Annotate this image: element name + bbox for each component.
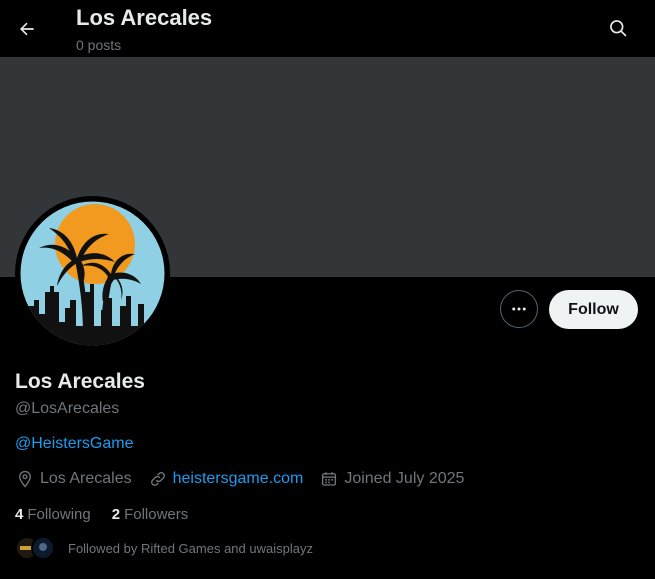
calendar-icon [319, 469, 339, 489]
back-button[interactable] [10, 12, 44, 46]
more-options-button[interactable] [500, 290, 538, 328]
follow-stats: 4 Following 2 Followers [15, 506, 209, 523]
followers-count: 2 [111, 506, 121, 523]
profile-avatar[interactable] [15, 196, 170, 351]
bio-mention-link[interactable]: @HeistersGame [15, 435, 134, 453]
follower-avatar [31, 536, 55, 560]
profile-handle: @LosArecales [15, 400, 120, 417]
search-icon [610, 20, 627, 37]
joined-text: Joined July 2025 [344, 470, 465, 487]
joined-item: Joined July 2025 [319, 469, 464, 489]
more-horizontal-icon [512, 307, 526, 311]
post-count: 0 posts [76, 37, 122, 53]
palm-sunset-logo [17, 198, 168, 349]
follow-button[interactable]: Follow [549, 290, 638, 329]
follower-avatars [15, 536, 57, 560]
header-title-block: Los Arecales 0 posts [76, 5, 212, 54]
followers-label: Followers [124, 506, 189, 523]
following-label: Following [27, 506, 91, 523]
followed-by-text[interactable]: Followed by Rifted Games and uwaisplayz [68, 541, 313, 556]
top-bar: Los Arecales 0 posts [0, 0, 655, 57]
following-link[interactable]: 4 Following [15, 506, 91, 523]
followers-link[interactable]: 2 Followers [112, 506, 189, 523]
profile-meta: Los Arecales heistersgame.com Joined Jul… [15, 469, 480, 489]
followed-by-row[interactable]: Followed by Rifted Games and uwaisplayz [15, 536, 313, 560]
following-count: 4 [15, 506, 24, 523]
page-title: Los Arecales [76, 5, 213, 30]
location-text: Los Arecales [40, 470, 132, 487]
website-item: heistersgame.com [148, 469, 304, 489]
profile-name: Los Arecales [15, 370, 145, 393]
location-pin-icon [15, 469, 35, 489]
location-item: Los Arecales [15, 469, 132, 489]
link-icon [148, 469, 168, 489]
search-button[interactable] [601, 11, 635, 45]
website-link[interactable]: heistersgame.com [173, 470, 304, 488]
arrow-left-icon [20, 22, 34, 36]
